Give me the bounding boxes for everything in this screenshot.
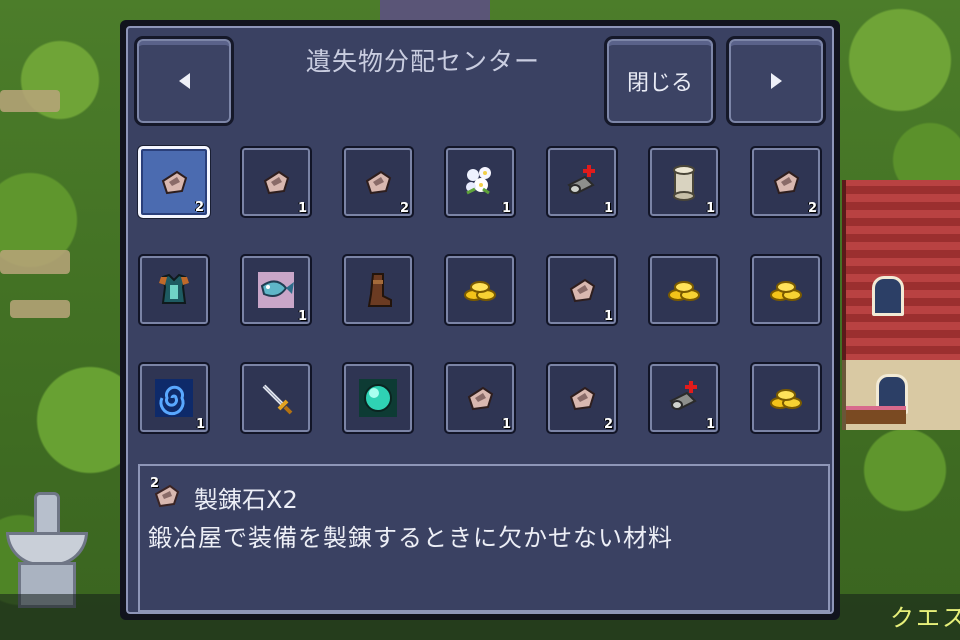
- gold-coins-icon: [460, 270, 500, 310]
- detail-description: 鍛冶屋で装備を製錬するときに欠かせない材料: [148, 524, 673, 552]
- item-slot[interactable]: 1: [546, 146, 618, 218]
- fountain: [6, 492, 88, 608]
- refining-stone-icon: [358, 162, 398, 202]
- refining-stone-icon: [562, 270, 602, 310]
- gold-coins-icon: [664, 270, 704, 310]
- armor-icon: [154, 270, 194, 310]
- refining-stone-icon: [256, 162, 296, 202]
- close-button[interactable]: 閉じる: [604, 36, 716, 126]
- vortex-icon: [154, 378, 194, 418]
- item-quantity: 2: [194, 200, 204, 215]
- close-button-label: 閉じる: [626, 71, 693, 96]
- item-slot[interactable]: 1: [648, 146, 720, 218]
- item-slot[interactable]: 2: [342, 146, 414, 218]
- flower-bouquet-icon: [460, 162, 500, 202]
- quest-button[interactable]: クエス: [890, 598, 960, 633]
- refining-stone-icon: [460, 378, 500, 418]
- boots-icon: [358, 270, 398, 310]
- item-quantity: 2: [399, 201, 409, 216]
- refining-stone-icon: [154, 162, 194, 202]
- item-quantity: 1: [195, 417, 205, 432]
- item-slot[interactable]: [444, 254, 516, 326]
- item-quantity: 1: [705, 417, 715, 432]
- item-slot[interactable]: 1: [240, 254, 312, 326]
- item-slot[interactable]: 2: [138, 146, 210, 218]
- item-quantity: 1: [297, 309, 307, 324]
- item-quantity: 1: [501, 201, 511, 216]
- item-slot[interactable]: [750, 254, 822, 326]
- item-slot[interactable]: [342, 254, 414, 326]
- item-slot[interactable]: 1: [648, 362, 720, 434]
- item-slot[interactable]: [648, 254, 720, 326]
- item-slot[interactable]: [138, 254, 210, 326]
- scroll-icon: [664, 162, 704, 202]
- item-quantity: 2: [603, 417, 613, 432]
- item-slot[interactable]: 1: [444, 146, 516, 218]
- refining-stone-icon: [562, 378, 602, 418]
- orb-icon: [358, 378, 398, 418]
- flower-box: [846, 406, 906, 424]
- house-window: [872, 276, 904, 316]
- arrow-right-icon: [770, 73, 782, 89]
- stone-path: [10, 300, 70, 318]
- refining-stone-icon: [766, 162, 806, 202]
- detail-item-icon: 2: [150, 476, 184, 512]
- item-quantity: 1: [603, 201, 613, 216]
- stone-path: [0, 250, 70, 274]
- item-slot[interactable]: [342, 362, 414, 434]
- item-quantity: 1: [501, 417, 511, 432]
- item-slot[interactable]: [240, 362, 312, 434]
- fish-icon: [256, 270, 296, 310]
- item-slot[interactable]: 2: [750, 146, 822, 218]
- item-slot[interactable]: 1: [546, 254, 618, 326]
- sword-icon: [256, 378, 296, 418]
- item-slot[interactable]: 1: [240, 146, 312, 218]
- next-page-button[interactable]: [726, 36, 826, 126]
- item-detail-panel: 2 製錬石X2 鍛冶屋で装備を製錬するときに欠かせない材料: [138, 464, 830, 612]
- repair-kit-icon: [562, 162, 602, 202]
- item-quantity: 1: [603, 309, 613, 324]
- lost-items-dialog: 遺失物分配センター 閉じる 2 1 2 1 1 1 2 1 1 1 1 2 1 2 製錬石X2 鍛冶屋で…: [120, 20, 840, 620]
- detail-item-name: 製錬石X2: [194, 486, 298, 514]
- dialog-panel: 遺失物分配センター 閉じる 2 1 2 1 1 1 2 1 1 1 1 2 1 2 製錬石X2 鍛冶屋で…: [126, 26, 834, 614]
- detail-quantity: 2: [150, 476, 160, 491]
- item-slot[interactable]: 1: [138, 362, 210, 434]
- stone-path: [0, 90, 60, 112]
- dialog-title: 遺失物分配センター: [305, 47, 540, 76]
- item-slot[interactable]: 2: [546, 362, 618, 434]
- item-quantity: 1: [297, 201, 307, 216]
- repair-kit-icon: [664, 378, 704, 418]
- house-roof: [842, 180, 960, 370]
- item-slot[interactable]: [750, 362, 822, 434]
- arrow-left-icon: [178, 73, 190, 89]
- prev-page-button[interactable]: [134, 36, 234, 126]
- gold-coins-icon: [766, 378, 806, 418]
- gold-coins-icon: [766, 270, 806, 310]
- item-quantity: 1: [705, 201, 715, 216]
- item-slot[interactable]: 1: [444, 362, 516, 434]
- item-quantity: 2: [807, 201, 817, 216]
